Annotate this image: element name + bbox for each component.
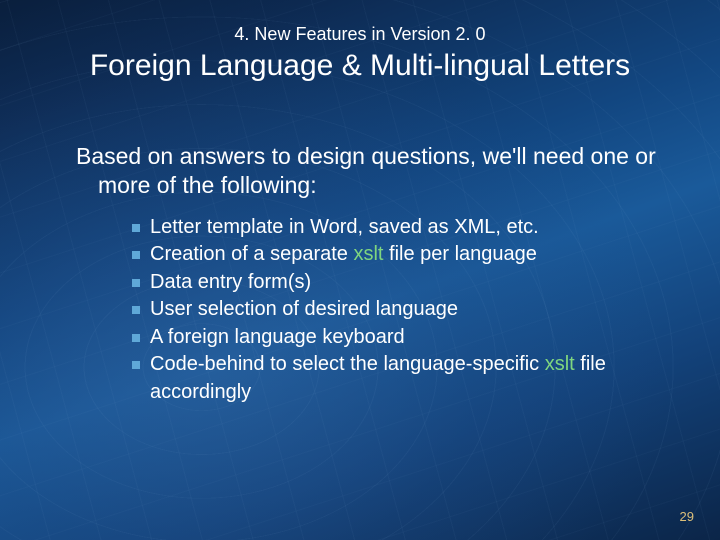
bullet-text: A foreign language keyboard — [150, 326, 405, 348]
bullet-text: Letter template in Word, saved as XML, e… — [150, 216, 539, 238]
slide: 4. New Features in Version 2. 0 Foreign … — [0, 0, 720, 540]
slide-title: Foreign Language & Multi-lingual Letters — [0, 49, 720, 83]
bullet-text: Code-behind to select the language-speci… — [150, 353, 545, 375]
list-item: Data entry form(s) — [132, 269, 670, 297]
bullet-text: Creation of a separate — [150, 243, 353, 265]
bullet-list: Letter template in Word, saved as XML, e… — [76, 214, 670, 407]
slide-body: Based on answers to design questions, we… — [76, 142, 670, 407]
keyword: xslt — [353, 243, 383, 265]
slide-overline: 4. New Features in Version 2. 0 — [0, 24, 720, 45]
list-item: Letter template in Word, saved as XML, e… — [132, 214, 670, 242]
page-number: 29 — [680, 509, 694, 524]
bullet-text: file per language — [383, 243, 536, 265]
list-item: A foreign language keyboard — [132, 324, 670, 352]
keyword: xslt — [545, 353, 575, 375]
list-item: Creation of a separate xslt file per lan… — [132, 241, 670, 269]
heading-group: 4. New Features in Version 2. 0 Foreign … — [0, 24, 720, 83]
list-item: Code-behind to select the language-speci… — [132, 351, 670, 406]
list-item: User selection of desired language — [132, 296, 670, 324]
bullet-text: User selection of desired language — [150, 298, 458, 320]
intro-text: Based on answers to design questions, we… — [76, 142, 670, 200]
bullet-text: Data entry form(s) — [150, 271, 311, 293]
